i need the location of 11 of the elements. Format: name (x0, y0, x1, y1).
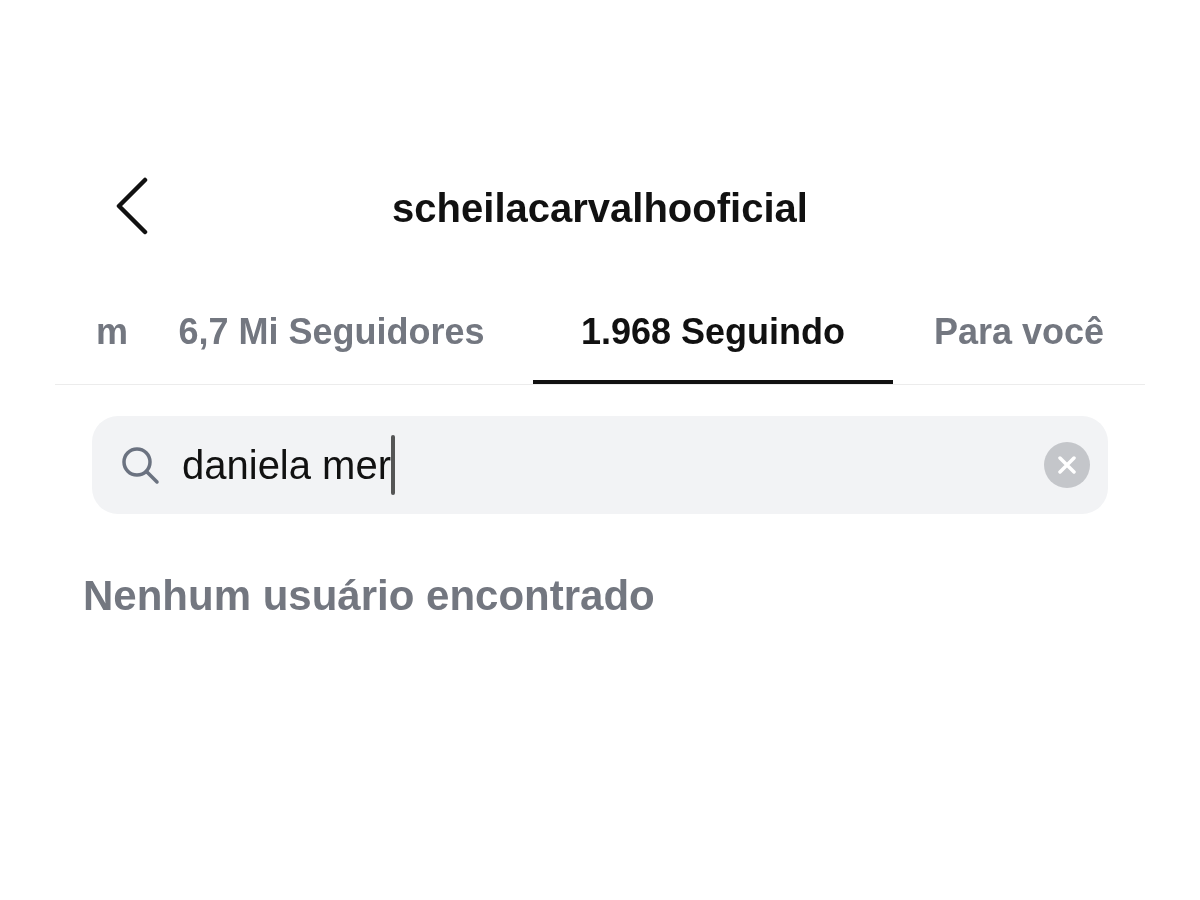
search-query: daniela mer (182, 442, 391, 489)
search-field[interactable]: daniela mer (92, 416, 1108, 514)
tab[interactable]: 6,7 Mi Seguidores (130, 284, 533, 384)
tab[interactable]: Para você (893, 284, 1145, 384)
profile-title: scheilacarvalhooficial (392, 185, 808, 232)
text-cursor (391, 435, 395, 495)
search-icon (120, 445, 160, 485)
empty-message: Nenhum usuário encontrado (83, 571, 656, 621)
close-icon (1058, 456, 1076, 474)
tab[interactable]: 1.968 Seguindo (533, 284, 893, 384)
tab[interactable]: m (55, 284, 130, 384)
